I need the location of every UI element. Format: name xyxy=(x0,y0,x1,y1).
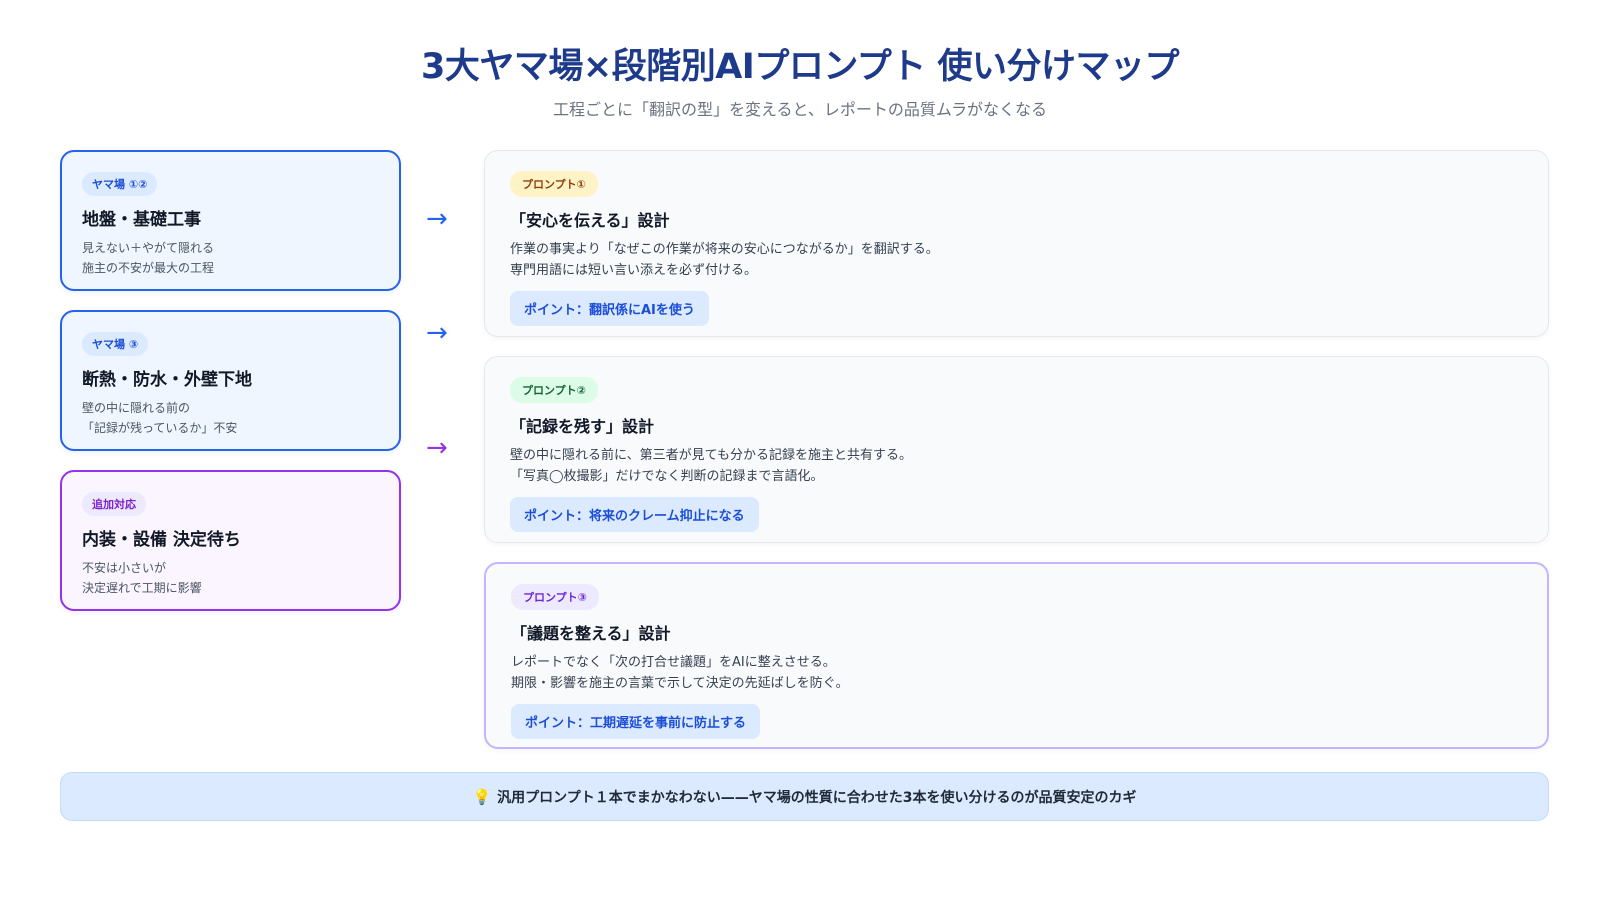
stage-desc-line: 「記録が残っているか」不安 xyxy=(82,421,238,435)
arrow-right-icon: → xyxy=(426,318,448,348)
stage-description: 見えない＋やがて隠れる 施主の不安が最大の工程 xyxy=(82,238,379,278)
prompt-title: 「安心を伝える」設計 xyxy=(510,211,670,230)
stage-title: 断熱・防水・外壁下地 xyxy=(82,370,252,390)
stage-card-interior: 追加対応 内装・設備 決定待ち 不安は小さいが 決定遅れで工期に影響 xyxy=(60,470,401,611)
stage-desc-line: 施主の不安が最大の工程 xyxy=(82,261,215,275)
prompt-badge: プロンプト① xyxy=(510,171,598,197)
stage-card-foundation: ヤマ場 ①② 地盤・基礎工事 見えない＋やがて隠れる 施主の不安が最大の工程 xyxy=(60,150,401,291)
prompt-point-tag: ポイント：工期遅延を事前に防止する xyxy=(511,704,761,739)
footer-summary: 💡 汎用プロンプト１本でまかなわない——ヤマ場の性質に合わせた3本を使い分けるの… xyxy=(60,772,1549,821)
prompt-title: 「議題を整える」設計 xyxy=(511,624,671,643)
stage-description: 不安は小さいが 決定遅れで工期に影響 xyxy=(82,558,379,598)
lightbulb-icon: 💡 xyxy=(472,787,492,806)
prompt-desc-line: 専門用語には短い言い添えを必ず付ける。 xyxy=(510,263,758,278)
arrow-right-icon: → xyxy=(426,204,448,234)
stage-desc-line: 壁の中に隠れる前の xyxy=(82,401,191,415)
prompt-desc-line: 期限・影響を施主の言葉で示して決定の先延ばしを防ぐ。 xyxy=(511,676,849,691)
prompt-card-reassurance: プロンプト① 「安心を伝える」設計 作業の事実より「なぜこの作業が将来の安心につ… xyxy=(484,150,1549,337)
prompt-badge: プロンプト③ xyxy=(511,584,599,610)
stage-badge: 追加対応 xyxy=(82,492,146,516)
prompt-description: 壁の中に隠れる前に、第三者が見ても分かる記録を施主と共有する。 「写真◯枚撮影」… xyxy=(510,445,1523,487)
prompt-point-tag: ポイント：翻訳係にAIを使う xyxy=(510,291,709,326)
stage-description: 壁の中に隠れる前の 「記録が残っているか」不安 xyxy=(82,398,379,438)
prompt-badge: プロンプト② xyxy=(510,377,598,403)
prompt-desc-line: 壁の中に隠れる前に、第三者が見ても分かる記録を施主と共有する。 xyxy=(510,448,912,463)
stage-badge: ヤマ場 ①② xyxy=(82,172,158,196)
stage-desc-line: 見えない＋やがて隠れる xyxy=(82,241,215,255)
stage-desc-line: 不安は小さいが xyxy=(82,561,167,575)
stage-title: 地盤・基礎工事 xyxy=(82,210,201,230)
prompt-point-tag: ポイント：将来のクレーム抑止になる xyxy=(510,497,759,532)
stage-badge: ヤマ場 ③ xyxy=(82,332,149,356)
page: 3大ヤマ場×段階別AIプロンプト 使い分けマップ 工程ごとに「翻訳の型」を変える… xyxy=(0,0,1600,900)
prompt-desc-line: 「写真◯枚撮影」だけでなく判断の記録まで言語化。 xyxy=(510,469,824,484)
prompt-card-record: プロンプト② 「記録を残す」設計 壁の中に隠れる前に、第三者が見ても分かる記録を… xyxy=(484,356,1549,543)
prompt-description: 作業の事実より「なぜこの作業が将来の安心につながるか」を翻訳する。 専門用語には… xyxy=(510,239,1523,281)
prompt-desc-line: 作業の事実より「なぜこの作業が将来の安心につながるか」を翻訳する。 xyxy=(510,242,939,257)
stage-title: 内装・設備 決定待ち xyxy=(82,530,241,550)
footer-text: 汎用プロンプト１本でまかなわない——ヤマ場の性質に合わせた3本を使い分けるのが品… xyxy=(497,789,1137,806)
stage-card-insulation: ヤマ場 ③ 断熱・防水・外壁下地 壁の中に隠れる前の 「記録が残っているか」不安 xyxy=(60,310,401,451)
prompt-title: 「記録を残す」設計 xyxy=(510,417,655,436)
page-subtitle: 工程ごとに「翻訳の型」を変えると、レポートの品質ムラがなくなる xyxy=(552,100,1048,119)
prompt-desc-line: レポートでなく「次の打合せ議題」をAIに整えさせる。 xyxy=(511,655,836,670)
prompt-card-agenda: プロンプト③ 「議題を整える」設計 レポートでなく「次の打合せ議題」をAIに整え… xyxy=(484,562,1549,749)
page-title: 3大ヤマ場×段階別AIプロンプト 使い分けマップ xyxy=(421,47,1179,87)
arrow-right-icon: → xyxy=(426,433,448,463)
prompt-description: レポートでなく「次の打合せ議題」をAIに整えさせる。 期限・影響を施主の言葉で示… xyxy=(511,652,1522,694)
stage-desc-line: 決定遅れで工期に影響 xyxy=(82,581,202,595)
